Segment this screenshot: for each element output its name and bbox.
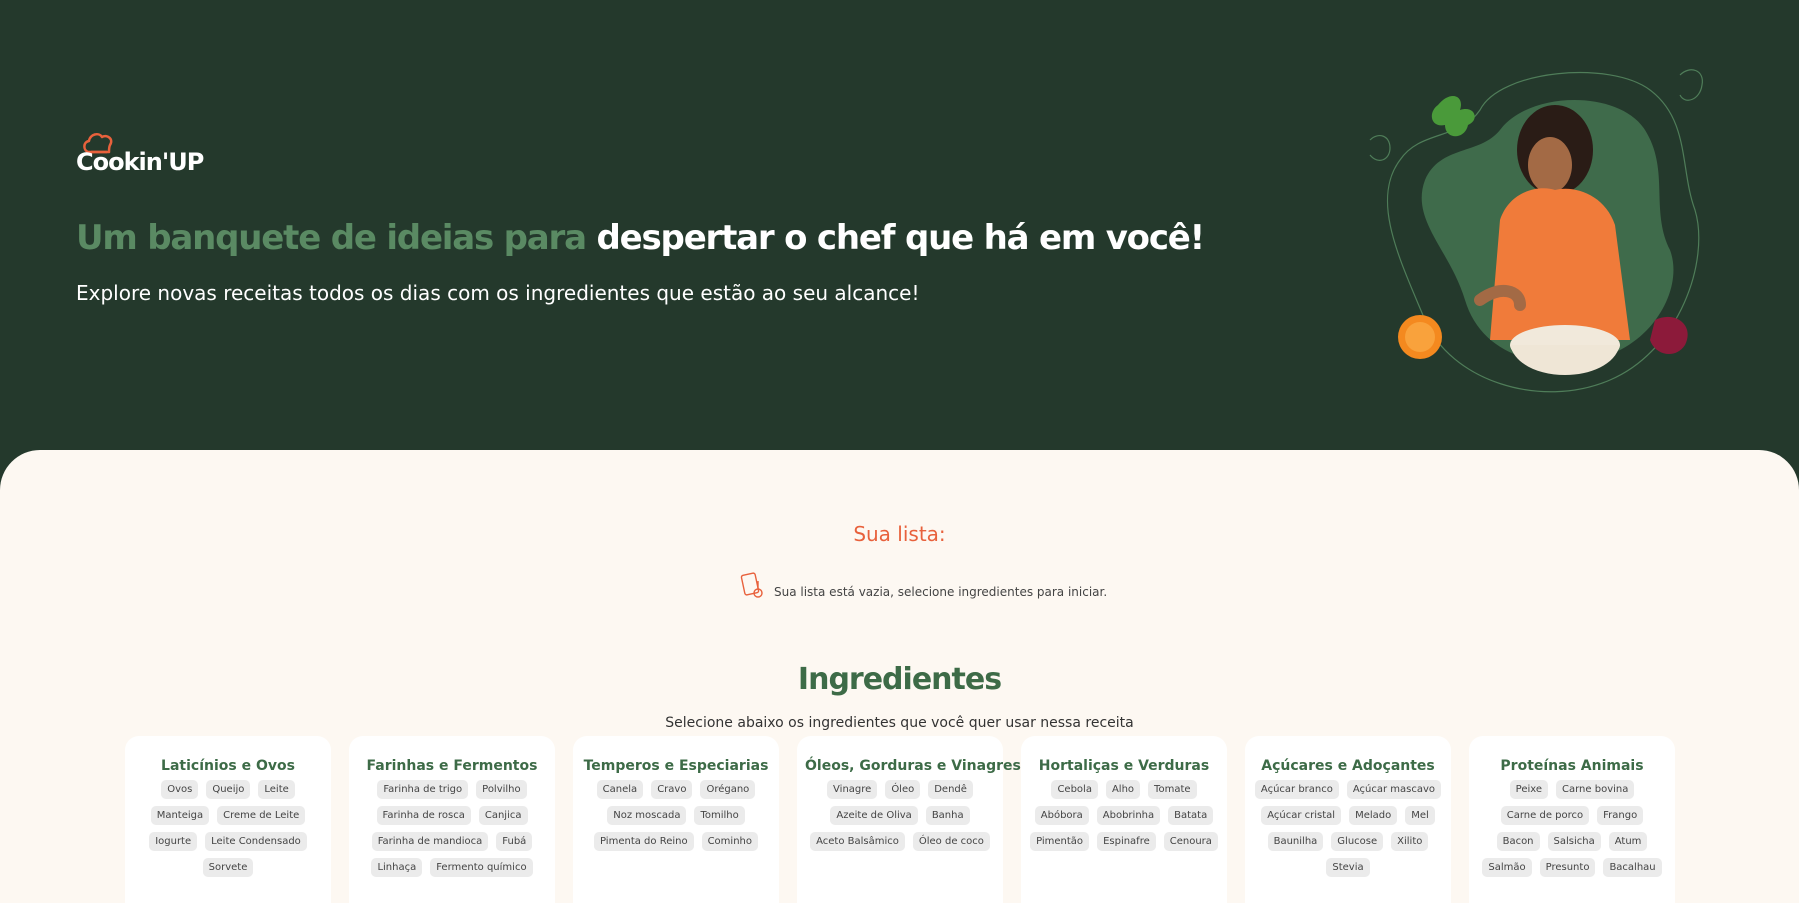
ingredient-tag[interactable]: Pimenta do Reino: [594, 832, 694, 851]
ingredient-tag[interactable]: Creme de Leite: [217, 806, 306, 825]
hero-title-muted: Um banquete de ideias para: [76, 218, 587, 258]
logo-text: Cookin'UP: [76, 148, 204, 176]
ingredient-tag[interactable]: Salsicha: [1547, 832, 1601, 851]
empty-list-icon: [740, 572, 763, 598]
ingredient-tag[interactable]: Queijo: [206, 780, 251, 799]
ingredient-tag[interactable]: Bacalhau: [1603, 858, 1662, 877]
ingredient-tag[interactable]: Linhaça: [371, 858, 423, 877]
ingredient-tag[interactable]: Noz moscada: [607, 806, 687, 825]
ingredient-tags: Cebola Alho Tomate Abóbora Abobrinha Bat…: [1029, 780, 1219, 851]
ingredient-tag[interactable]: Leite: [258, 780, 295, 799]
ingredient-tag[interactable]: Canjica: [478, 806, 528, 825]
ingredient-tags: Canela Cravo Orégano Noz moscada Tomilho…: [581, 780, 771, 851]
ingredients-title: Ingredientes: [797, 662, 1002, 697]
ingredient-tag[interactable]: Ovos: [161, 780, 199, 799]
ingredient-tag[interactable]: Abobrinha: [1096, 806, 1161, 825]
ingredient-tags: Açúcar branco Açúcar mascavo Açúcar cris…: [1253, 780, 1443, 877]
ingredient-tags: Farinha de trigo Polvilho Farinha de ros…: [357, 780, 547, 877]
ingredient-tag[interactable]: Óleo de coco: [912, 832, 990, 851]
category-title: Proteínas Animais: [1500, 758, 1644, 774]
ingredient-tag[interactable]: Óleo: [885, 780, 921, 799]
ingredient-tag[interactable]: Espinafre: [1097, 832, 1156, 851]
ingredient-tag[interactable]: Abóbora: [1034, 806, 1089, 825]
ingredient-tag[interactable]: Alho: [1105, 780, 1141, 799]
ingredient-tag[interactable]: Cebola: [1051, 780, 1098, 799]
ingredient-tag[interactable]: Pimentão: [1030, 832, 1090, 851]
ingredient-tag[interactable]: Tomate: [1148, 780, 1197, 799]
ingredient-tag[interactable]: Cravo: [651, 780, 693, 799]
ingredient-tag[interactable]: Banha: [925, 806, 970, 825]
ingredient-tag[interactable]: Cenoura: [1163, 832, 1218, 851]
ingredient-tag[interactable]: Azeite de Oliva: [830, 806, 918, 825]
ingredients-subtitle: Selecione abaixo os ingredientes que voc…: [665, 715, 1134, 731]
category-card-oleos: Óleos, Gorduras e Vinagres Vinagre Óleo …: [797, 736, 1021, 903]
ingredient-tag[interactable]: Açúcar branco: [1254, 780, 1339, 799]
ingredient-tag[interactable]: Atum: [1608, 832, 1648, 851]
ingredient-tag[interactable]: Salmão: [1482, 858, 1532, 877]
list-title: Sua lista:: [853, 522, 946, 546]
logo[interactable]: Cookin'UP: [76, 130, 204, 180]
ingredient-tag[interactable]: Peixe: [1509, 780, 1549, 799]
hero-title: Um banquete de ideias para despertar o c…: [76, 218, 1206, 258]
category-card-temperos: Temperos e Especiarias Canela Cravo Orég…: [573, 736, 779, 903]
ingredient-tag[interactable]: Leite Condensado: [205, 832, 307, 851]
ingredient-tags: Ovos Queijo Leite Manteiga Creme de Leit…: [133, 780, 323, 877]
category-card-farinhas: Farinhas e Fermentos Farinha de trigo Po…: [349, 736, 555, 903]
ingredient-tag[interactable]: Tomilho: [694, 806, 745, 825]
ingredient-tag[interactable]: Stevia: [1326, 858, 1370, 877]
hero-section: Cookin'UP Um banquete de ideias para des…: [0, 0, 1799, 470]
ingredient-tag[interactable]: Iogurte: [149, 832, 198, 851]
ingredient-tag[interactable]: Melado: [1349, 806, 1398, 825]
ingredient-tag[interactable]: Farinha de trigo: [377, 780, 469, 799]
ingredient-tag[interactable]: Carne bovina: [1556, 780, 1635, 799]
category-card-hortalicas: Hortaliças e Verduras Cebola Alho Tomate…: [1021, 736, 1227, 903]
ingredient-tags: Vinagre Óleo Dendê Azeite de Oliva Banha…: [805, 780, 995, 851]
category-card-acucares: Açúcares e Adoçantes Açúcar branco Açúca…: [1245, 736, 1451, 903]
ingredient-tag[interactable]: Polvilho: [476, 780, 527, 799]
category-title: Açúcares e Adoçantes: [1261, 758, 1435, 774]
ingredient-tag[interactable]: Manteiga: [150, 806, 210, 825]
ingredient-tag[interactable]: Farinha de mandioca: [371, 832, 489, 851]
ingredient-tag[interactable]: Fermento químico: [430, 858, 533, 877]
ingredient-tag[interactable]: Aceto Balsâmico: [810, 832, 905, 851]
ingredient-tag[interactable]: Canela: [596, 780, 644, 799]
ingredient-tag[interactable]: Mel: [1405, 806, 1435, 825]
category-card-proteinas: Proteínas Animais Peixe Carne bovina Car…: [1469, 736, 1675, 903]
category-title: Laticínios e Ovos: [161, 758, 295, 774]
ingredient-tag[interactable]: Glucose: [1331, 832, 1384, 851]
ingredient-tag[interactable]: Fubá: [496, 832, 533, 851]
category-title: Farinhas e Fermentos: [366, 758, 538, 774]
ingredient-tag[interactable]: Sorvete: [202, 858, 254, 877]
ingredient-tags: Peixe Carne bovina Carne de porco Frango…: [1477, 780, 1667, 877]
ingredient-tag[interactable]: Cominho: [701, 832, 758, 851]
category-title: Óleos, Gorduras e Vinagres: [805, 758, 1021, 774]
empty-list-message: Sua lista está vazia, selecione ingredie…: [740, 570, 1107, 602]
ingredient-tag[interactable]: Vinagre: [827, 780, 878, 799]
ingredient-tag[interactable]: Açúcar cristal: [1261, 806, 1342, 825]
ingredient-tag[interactable]: Carne de porco: [1500, 806, 1590, 825]
ingredient-tag[interactable]: Açúcar mascavo: [1346, 780, 1442, 799]
ingredient-tag[interactable]: Xilito: [1391, 832, 1429, 851]
ingredient-tag[interactable]: Farinha de rosca: [376, 806, 471, 825]
ingredient-tag[interactable]: Baunilha: [1267, 832, 1324, 851]
category-card-laticinios: Laticínios e Ovos Ovos Queijo Leite Mant…: [125, 736, 331, 903]
hero-illustration: [1369, 69, 1703, 393]
hero-title-bright: despertar o chef que há em você!: [596, 218, 1206, 258]
ingredient-tag[interactable]: Batata: [1168, 806, 1214, 825]
content-section: Sua lista: Sua lista está vazia, selecio…: [0, 450, 1799, 903]
ingredient-tag[interactable]: Orégano: [700, 780, 756, 799]
ingredient-tag[interactable]: Bacon: [1496, 832, 1540, 851]
ingredient-tag[interactable]: Dendê: [928, 780, 973, 799]
empty-list-text: Sua lista está vazia, selecione ingredie…: [774, 585, 1108, 599]
ingredient-tag[interactable]: Frango: [1597, 806, 1644, 825]
ingredient-tag[interactable]: Presunto: [1539, 858, 1596, 877]
category-title: Temperos e Especiarias: [583, 758, 769, 774]
category-title: Hortaliças e Verduras: [1038, 758, 1210, 774]
hero-subtitle: Explore novas receitas todos os dias com…: [76, 281, 920, 305]
